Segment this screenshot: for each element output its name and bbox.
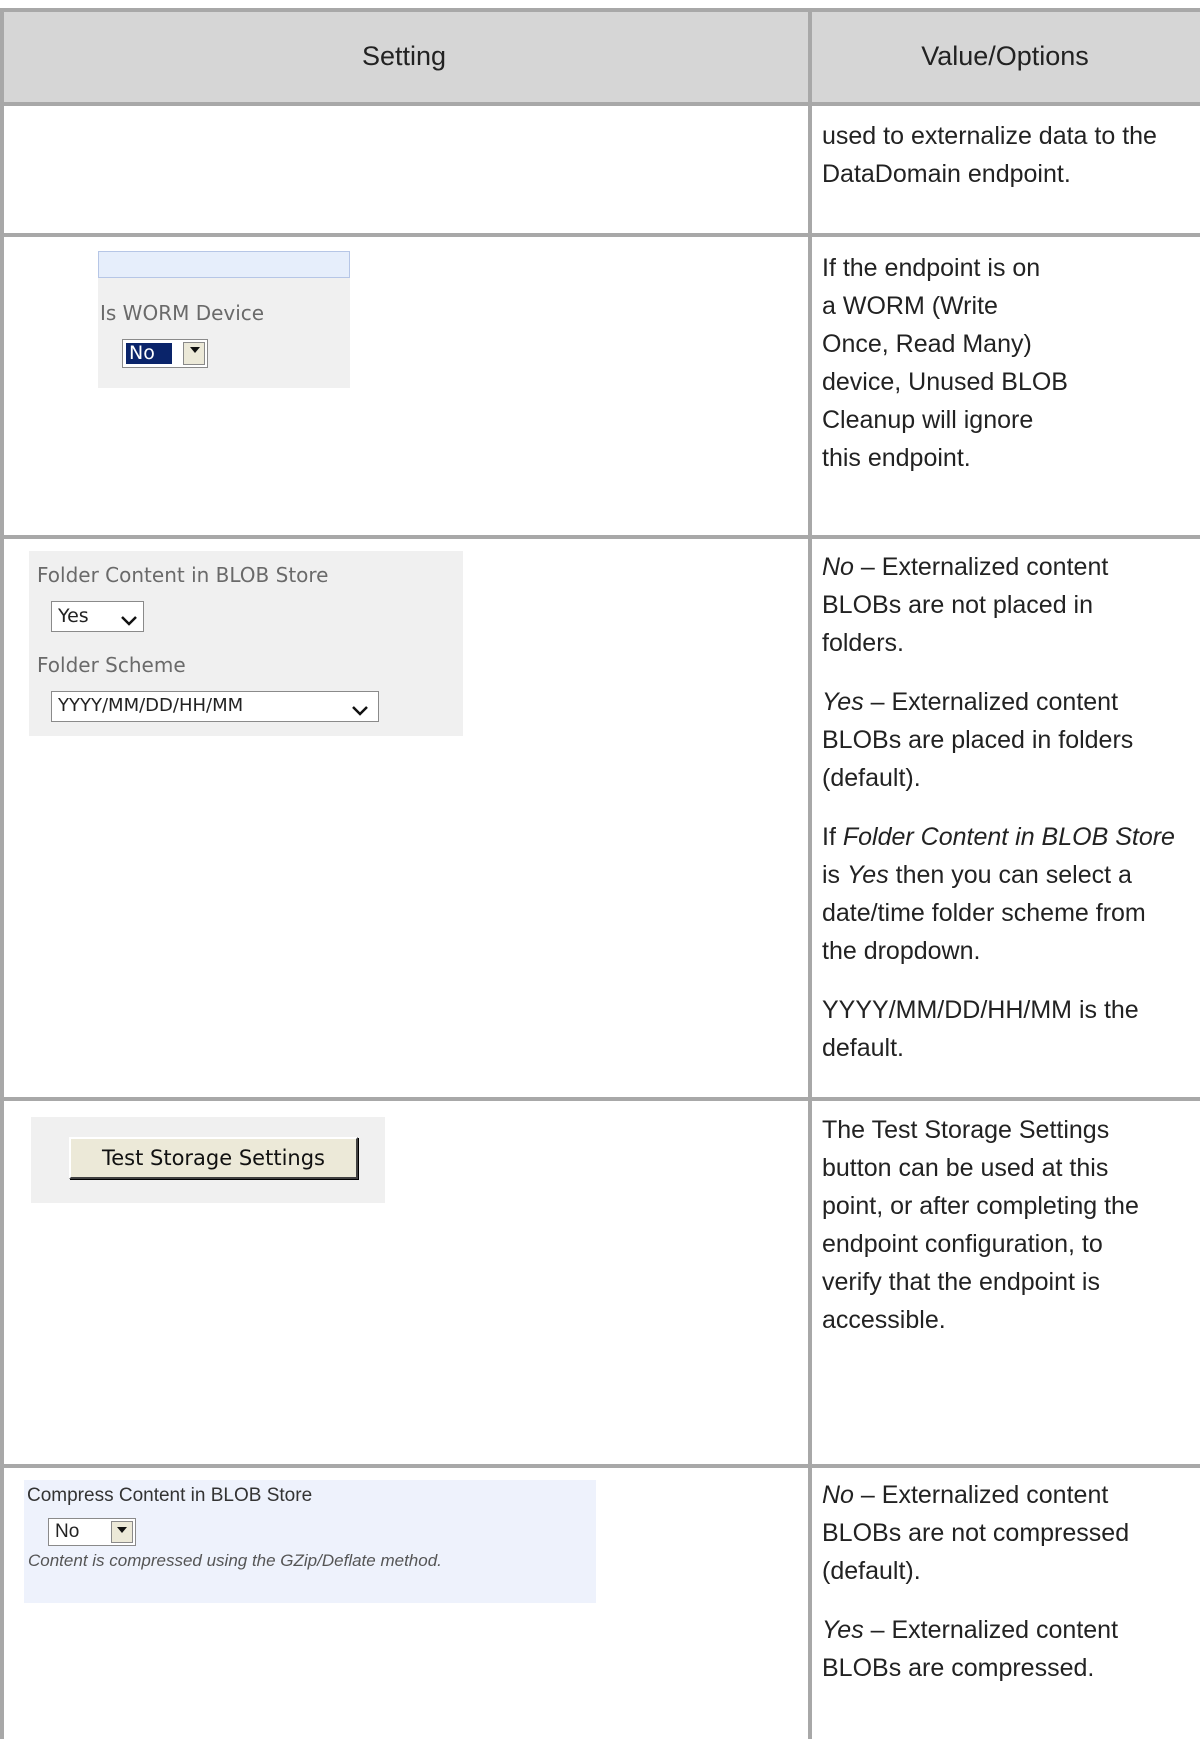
desc-line: BLOBs are not placed in (822, 591, 1093, 619)
desc-line: No – Externalized content (822, 548, 1175, 586)
desc-line: If the endpoint is on (822, 254, 1041, 282)
scheme-paragraph: If Folder Content in BLOB Store is Yes t… (822, 818, 1175, 970)
option-no-paragraph: No – Externalized content BLOBs are not … (822, 548, 1175, 662)
worm-select-value: No (129, 342, 155, 364)
compress-select[interactable]: No (48, 1518, 136, 1546)
desc-line: used to externalize data to the (822, 122, 1157, 150)
chevron-down-icon (117, 1527, 127, 1533)
desc-line: BLOBs are not compressed (822, 1519, 1130, 1547)
row5-description: No – Externalized content BLOBs are not … (822, 1476, 1129, 1687)
desc-line: button can be used at this (822, 1154, 1109, 1182)
desc-line: is Yes then you can select a (822, 856, 1175, 894)
folder-scheme-select[interactable]: YYYY/MM/DD/HH/MM (51, 691, 379, 722)
desc-text: then you can select a (888, 861, 1132, 889)
desc-line: Once, Read Many) (822, 330, 1032, 358)
setting-term: Folder Content in BLOB Store (842, 823, 1175, 851)
desc-line: endpoint configuration, to (822, 1230, 1103, 1258)
row-divider (0, 102, 1200, 106)
table-border-top (0, 8, 1200, 12)
option-yes-term: Yes (822, 1616, 864, 1644)
compress-label: Compress Content in BLOB Store (27, 1485, 313, 1506)
desc-line: date/time folder scheme from (822, 899, 1146, 927)
chevron-down-icon (352, 700, 368, 716)
panel-titlebar (98, 251, 350, 278)
compress-select-value: No (55, 1521, 80, 1542)
desc-line: The Test Storage Settings (822, 1116, 1110, 1144)
desc-line: Cleanup will ignore (822, 406, 1034, 434)
folder-content-select[interactable]: Yes (51, 601, 144, 632)
option-yes-paragraph: Yes – Externalized content BLOBs are com… (822, 1611, 1129, 1687)
option-yes-term: Yes (847, 861, 889, 889)
column-divider (808, 10, 812, 1739)
compress-panel: Compress Content in BLOB Store No Conten… (24, 1480, 596, 1603)
worm-select[interactable]: No (122, 339, 208, 368)
option-no-term: No (822, 1481, 854, 1509)
desc-line: Yes – Externalized content (822, 683, 1175, 721)
desc-line: default. (822, 1034, 905, 1062)
desc-line: No – Externalized content (822, 1476, 1129, 1514)
button-label: Test Storage Settings (101, 1146, 325, 1170)
desc-text: – Externalized content (853, 553, 1109, 581)
desc-text: – Externalized content (863, 688, 1119, 716)
desc-line: BLOBs are placed in folders (822, 726, 1134, 754)
dropdown-button[interactable] (111, 1521, 133, 1543)
desc-line: point, or after completing the (822, 1192, 1139, 1220)
desc-line: DataDomain endpoint. (822, 160, 1071, 188)
dropdown-button[interactable] (183, 342, 205, 365)
desc-line: device, Unused BLOB (822, 368, 1068, 396)
option-yes-term: Yes (822, 688, 864, 716)
desc-text: If (822, 823, 843, 851)
table-border-left (0, 10, 4, 1739)
settings-table: Setting Value/Options used to externaliz… (0, 0, 1200, 1739)
row4-description: The Test Storage Settings button can be … (822, 1111, 1139, 1339)
desc-line: (default). (822, 764, 921, 792)
desc-text: is (822, 861, 847, 889)
worm-label: Is WORM Device (100, 301, 265, 325)
desc-line: (default). (822, 1557, 921, 1585)
row-divider (0, 1464, 1200, 1468)
folder-panel: Folder Content in BLOB Store Yes Folder … (29, 551, 463, 736)
row-divider (0, 233, 1200, 237)
folder-scheme-value: YYYY/MM/DD/HH/MM (58, 695, 244, 716)
header-value-options: Value/Options (921, 41, 1089, 71)
test-panel: Test Storage Settings (31, 1117, 385, 1203)
desc-line: this endpoint. (822, 444, 971, 472)
test-storage-settings-button[interactable]: Test Storage Settings (69, 1137, 358, 1179)
row1-description: used to externalize data to the DataDoma… (822, 117, 1157, 193)
desc-text: – Externalized content (863, 1616, 1119, 1644)
option-no-term: No (822, 553, 854, 581)
folder-scheme-label: Folder Scheme (37, 653, 186, 677)
row-divider (0, 535, 1200, 539)
row2-description: If the endpoint is on a WORM (Write Once… (822, 249, 1068, 477)
folder-content-value: Yes (58, 605, 89, 627)
desc-line: accessible. (822, 1306, 946, 1334)
desc-line: If Folder Content in BLOB Store (822, 818, 1175, 856)
worm-panel: Is WORM Device No (98, 251, 350, 388)
desc-line: folders. (822, 629, 904, 657)
header-setting: Setting (361, 41, 447, 71)
desc-text: – Externalized content (853, 1481, 1109, 1509)
option-no-paragraph: No – Externalized content BLOBs are not … (822, 1476, 1129, 1590)
desc-line: the dropdown. (822, 937, 981, 965)
default-paragraph: YYYY/MM/DD/HH/MM is the default. (822, 991, 1175, 1067)
desc-line: Yes – Externalized content (822, 1611, 1129, 1649)
chevron-down-icon (190, 347, 200, 353)
row3-description: No – Externalized content BLOBs are not … (822, 548, 1175, 1067)
compress-hint: Content is compressed using the GZip/Def… (28, 1551, 442, 1570)
desc-line: BLOBs are compressed. (822, 1654, 1095, 1682)
chevron-down-icon (121, 610, 137, 626)
folder-content-label: Folder Content in BLOB Store (37, 563, 329, 587)
desc-line: verify that the endpoint is (822, 1268, 1100, 1296)
row-divider (0, 1097, 1200, 1101)
option-yes-paragraph: Yes – Externalized content BLOBs are pla… (822, 683, 1175, 797)
desc-line: YYYY/MM/DD/HH/MM is the (822, 996, 1139, 1024)
desc-line: a WORM (Write (822, 292, 998, 320)
